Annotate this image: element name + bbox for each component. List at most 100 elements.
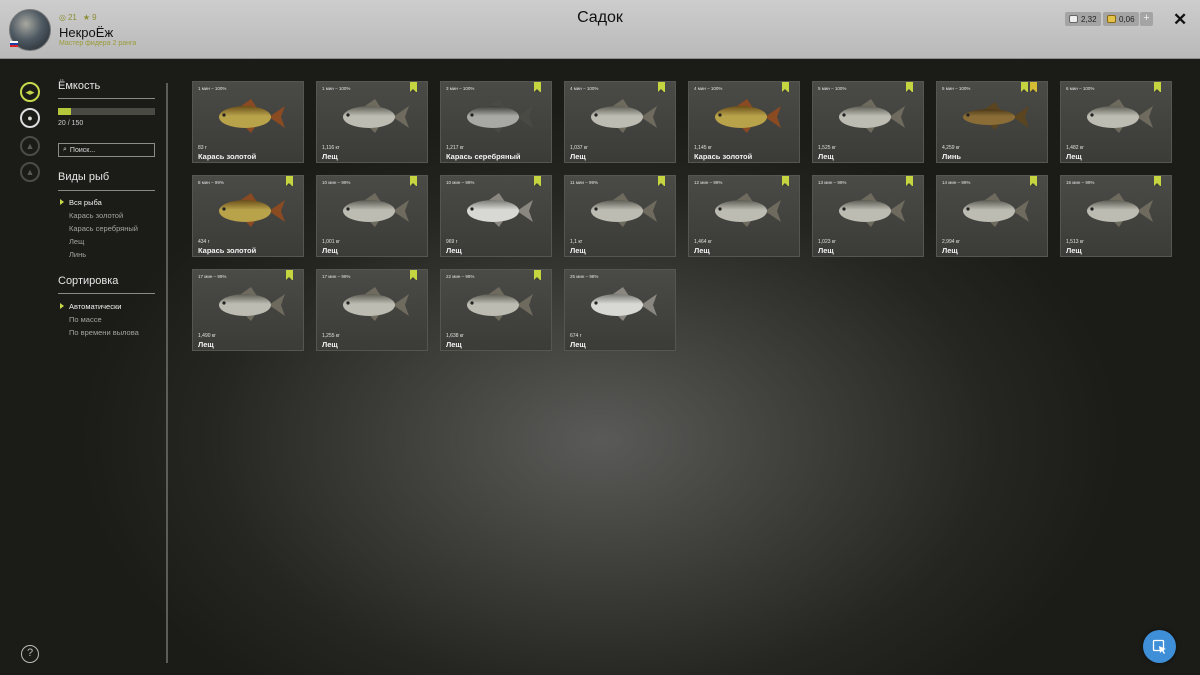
filter-bream[interactable]: Лещ bbox=[69, 237, 84, 246]
fish-catch-time: 22 мин – 98% bbox=[446, 274, 475, 279]
search-field[interactable]: ⌕ bbox=[58, 143, 155, 157]
fish-weight: 434 г bbox=[198, 239, 210, 245]
silver-amount: 2,32 bbox=[1081, 14, 1097, 24]
species-title: Виды рыб bbox=[58, 171, 110, 183]
fish-name: Лещ bbox=[570, 246, 586, 255]
fish-image bbox=[591, 193, 657, 227]
fish-weight: 2,994 кг bbox=[942, 239, 960, 245]
fish-card[interactable]: 17 мин – 99% 1,255 кг Лещ bbox=[316, 269, 428, 351]
search-input[interactable] bbox=[69, 146, 150, 154]
fish-catch-time: 4 мин – 100% bbox=[694, 86, 723, 91]
fish-image bbox=[467, 99, 533, 133]
fish-catch-time: 10 мин – 99% bbox=[446, 180, 475, 185]
fish-card[interactable]: 6 мин – 100% 1,482 кг Лещ bbox=[1060, 81, 1172, 163]
fish-name: Лещ bbox=[1066, 152, 1082, 161]
fish-card[interactable]: 14 мин – 99% 2,994 кг Лещ bbox=[936, 175, 1048, 257]
fish-image bbox=[467, 193, 533, 227]
bookmark-icon bbox=[658, 82, 665, 92]
fish-catch-time: 14 мин – 99% bbox=[942, 180, 971, 185]
fish-image bbox=[343, 99, 409, 133]
fish-card[interactable]: 17 мин – 99% 1,490 кг Лещ bbox=[192, 269, 304, 351]
bookmark-icon bbox=[410, 82, 417, 92]
search-icon: ⌕ bbox=[63, 146, 67, 153]
trophy-tab-icon[interactable]: ▲ bbox=[20, 136, 40, 156]
sort-by-weight[interactable]: По массе bbox=[69, 315, 102, 324]
help-icon[interactable]: ? bbox=[21, 645, 39, 663]
fish-card[interactable]: 8 мин – 99% 434 г Карась золотой bbox=[192, 175, 304, 257]
fish-image bbox=[715, 193, 781, 227]
fish-card[interactable]: 11 мин – 99% 1,1 кг Лещ bbox=[564, 175, 676, 257]
fish-name: Лещ bbox=[694, 246, 710, 255]
fish-weight: 83 г bbox=[198, 145, 207, 151]
bookmark-icon bbox=[534, 176, 541, 186]
fish-image bbox=[963, 193, 1029, 227]
fish-card[interactable]: 5 мин – 100% 4,259 кг Линь bbox=[936, 81, 1048, 163]
filter-silver-crucian[interactable]: Карась серебряный bbox=[69, 224, 138, 233]
fish-catch-time: 25 мин – 98% bbox=[570, 274, 599, 279]
fish-catch-time: 1 мин – 100% bbox=[322, 86, 351, 91]
fish-card[interactable]: 5 мин – 100% 1,525 кг Лещ bbox=[812, 81, 924, 163]
fish-image bbox=[839, 99, 905, 133]
close-button[interactable]: ✕ bbox=[1173, 10, 1187, 30]
gold-coin-icon bbox=[1107, 15, 1116, 23]
fish-card[interactable]: 25 мин – 98% 674 г Лещ bbox=[564, 269, 676, 351]
fish-name: Лещ bbox=[198, 340, 214, 349]
fish-image bbox=[343, 287, 409, 321]
fish-image bbox=[219, 99, 285, 133]
fish-catch-time: 12 мин – 99% bbox=[694, 180, 723, 185]
fish-card[interactable]: 12 мин – 99% 1,464 кг Лещ bbox=[688, 175, 800, 257]
bookmark-icon bbox=[658, 176, 665, 186]
top-bar: ◎ 21 ★ 9 НекроЁж Мастер фидера 2 ранга Сад… bbox=[0, 0, 1200, 59]
fish-weight: 1,1 кг bbox=[570, 239, 583, 245]
fish-catch-time: 16 мин – 99% bbox=[1066, 180, 1095, 185]
sort-by-catch-time[interactable]: По времени вылова bbox=[69, 328, 139, 337]
fish-name: Карась золотой bbox=[694, 152, 753, 161]
fish-card[interactable]: 13 мин – 99% 1,023 кг Лещ bbox=[812, 175, 924, 257]
fish-weight: 1,023 кг bbox=[818, 239, 836, 245]
sort-automatic[interactable]: Автоматически bbox=[59, 302, 121, 311]
add-currency-button[interactable]: + bbox=[1140, 12, 1153, 26]
fish-weight: 1,525 кг bbox=[818, 145, 836, 151]
capacity-bar bbox=[58, 108, 155, 115]
silver-coin-icon bbox=[1069, 15, 1078, 23]
fish-card[interactable]: 1 мин – 100% 1,116 кг Лещ bbox=[316, 81, 428, 163]
fish-weight: 1,217 кг bbox=[446, 145, 464, 151]
cup-tab-icon[interactable]: ▲ bbox=[20, 162, 40, 182]
fish-name: Карась золотой bbox=[198, 246, 257, 255]
filter-all-fish[interactable]: Вся рыба bbox=[60, 198, 102, 207]
fish-card[interactable]: 16 мин – 99% 1,513 кг Лещ bbox=[1060, 175, 1172, 257]
capacity-text: 20 / 150 bbox=[58, 120, 84, 127]
fish-card[interactable]: 10 мин – 99% 969 г Лещ bbox=[440, 175, 552, 257]
fish-card[interactable]: 4 мин – 100% 1,145 кг Карась золотой bbox=[688, 81, 800, 163]
fish-catch-time: 10 мин – 99% bbox=[322, 180, 351, 185]
fish-card[interactable]: 3 мин – 100% 1,217 кг Карась серебряный bbox=[440, 81, 552, 163]
keepnet-tab-icon[interactable]: ◂▸ bbox=[20, 82, 40, 102]
filter-gold-crucian[interactable]: Карась золотой bbox=[69, 211, 123, 220]
cursor-mode-button[interactable] bbox=[1143, 630, 1176, 663]
bookmark-icon bbox=[906, 82, 913, 92]
fish-card[interactable]: 1 мин – 100% 83 г Карась золотой bbox=[192, 81, 304, 163]
fish-image bbox=[219, 287, 285, 321]
fish-card[interactable]: 22 мин – 98% 1,638 кг Лещ bbox=[440, 269, 552, 351]
bookmark-icon bbox=[1021, 82, 1028, 92]
bookmark-icon bbox=[410, 270, 417, 280]
fish-image bbox=[467, 287, 533, 321]
fish-image bbox=[591, 287, 657, 321]
fish-name: Лещ bbox=[446, 340, 462, 349]
player-title: Мастер фидера 2 ранга bbox=[59, 40, 137, 47]
fish-catch-time: 5 мин – 100% bbox=[818, 86, 847, 91]
fish-image bbox=[963, 102, 1029, 130]
fish-weight: 1,145 кг bbox=[694, 145, 712, 151]
fish-weight: 1,116 кг bbox=[322, 145, 340, 151]
fish-catch-time: 1 мин – 100% bbox=[198, 86, 227, 91]
fish-name: Линь bbox=[942, 152, 962, 161]
fish-weight: 1,001 кг bbox=[322, 239, 340, 245]
fish-card[interactable]: 10 мин – 99% 1,001 кг Лещ bbox=[316, 175, 428, 257]
fish-card[interactable]: 4 мин – 100% 1,037 кг Лещ bbox=[564, 81, 676, 163]
fish-tab-icon[interactable]: ● bbox=[20, 108, 40, 128]
filter-tench[interactable]: Линь bbox=[69, 250, 86, 259]
fish-weight: 674 г bbox=[570, 333, 582, 339]
fish-weight: 1,638 кг bbox=[446, 333, 464, 339]
fish-name: Лещ bbox=[570, 340, 586, 349]
gold-amount: 0,06 bbox=[1119, 14, 1135, 24]
